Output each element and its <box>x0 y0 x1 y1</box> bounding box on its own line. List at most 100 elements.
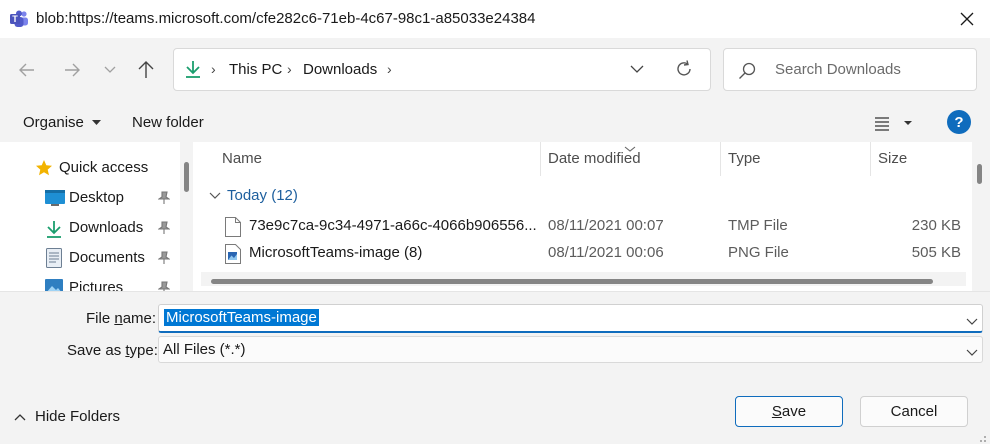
resize-grip-icon[interactable] <box>975 430 987 442</box>
chevron-down-icon <box>630 65 644 73</box>
chevron-down-icon <box>104 66 116 73</box>
cancel-button[interactable]: Cancel <box>860 396 968 427</box>
chevron-down-icon <box>966 344 978 361</box>
navigation-pane: Quick access Desktop Downloads Documents… <box>0 142 193 291</box>
sidebar-item-downloads[interactable]: Downloads <box>0 213 175 243</box>
breadcrumb-separator: › <box>211 61 216 77</box>
star-icon <box>35 159 53 181</box>
pin-icon <box>157 281 171 291</box>
new-folder-button[interactable]: New folder <box>132 114 204 131</box>
save-as-type-label-prefix: Save as <box>67 342 126 359</box>
column-header-name[interactable]: Name <box>212 142 540 176</box>
organise-label: Organise <box>23 114 84 131</box>
breadcrumb-this-pc[interactable]: This PC <box>229 61 282 78</box>
address-history-dropdown[interactable] <box>630 62 644 80</box>
chevron-down-icon <box>966 318 978 325</box>
file-size: 230 KB <box>911 217 961 234</box>
chevron-up-icon <box>14 414 26 421</box>
save-as-type-label: Save as type: <box>67 342 158 359</box>
chevron-down-icon <box>209 192 221 199</box>
recent-locations-button[interactable] <box>96 57 124 83</box>
file-date-modified: 08/11/2021 00:07 <box>548 217 664 234</box>
pin-icon <box>157 191 171 209</box>
table-row[interactable]: 73e9c7ca-9c34-4971-a66c-4066b906556... 0… <box>201 214 966 240</box>
sidebar-item-quick-access[interactable]: Quick access <box>0 153 175 183</box>
forward-button[interactable] <box>58 57 86 83</box>
window-title: blob:https://teams.microsoft.com/cfe282c… <box>36 10 536 27</box>
blank-file-icon <box>225 217 241 241</box>
navigation-pane-scroll-thumb[interactable] <box>184 162 189 192</box>
group-label: Today (12) <box>227 187 298 204</box>
breadcrumb-separator[interactable]: › <box>387 61 392 77</box>
refresh-button[interactable] <box>674 59 694 83</box>
help-button[interactable]: ? <box>947 110 971 134</box>
file-name-label-accelerator: n <box>114 310 123 327</box>
file-name: 73e9c7ca-9c34-4971-a66c-4066b906556... <box>249 217 537 234</box>
table-row[interactable]: MicrosoftTeams-image (8) 08/11/2021 00:0… <box>201 241 966 267</box>
downloads-arrow-icon <box>45 219 63 243</box>
command-bar: Organise New folder ? <box>0 102 990 142</box>
save-as-type-label-suffix: ype: <box>129 342 158 359</box>
downloads-arrow-icon <box>184 59 202 83</box>
refresh-icon <box>677 60 691 76</box>
sort-caret-icon <box>624 142 636 157</box>
svg-text:T: T <box>12 14 18 24</box>
address-bar[interactable]: › This PC › Downloads › <box>173 48 711 91</box>
column-header-size[interactable]: Size <box>868 142 968 176</box>
save-button-label: ave <box>781 403 807 420</box>
pin-icon <box>157 221 171 239</box>
details-view-icon <box>875 117 912 131</box>
breadcrumb-downloads[interactable]: Downloads <box>303 61 377 78</box>
search-icon <box>737 61 757 85</box>
change-view-button[interactable] <box>873 112 917 134</box>
close-icon <box>960 12 974 26</box>
file-list-horizontal-scroll-thumb[interactable] <box>211 279 933 284</box>
sidebar-item-label: Pictures <box>69 279 124 291</box>
image-file-icon <box>225 244 241 268</box>
up-arrow-icon <box>138 61 154 78</box>
navigation-bar: › This PC › Downloads › Search Downloads <box>0 38 990 102</box>
sidebar-item-pictures[interactable]: Pictures <box>0 273 175 291</box>
file-type: PNG File <box>728 244 789 261</box>
search-box[interactable]: Search Downloads <box>723 48 977 91</box>
file-size: 505 KB <box>911 244 961 261</box>
file-list-vertical-scroll-thumb[interactable] <box>977 164 982 184</box>
back-button[interactable] <box>13 57 41 83</box>
organise-menu-button[interactable]: Organise <box>23 114 102 131</box>
search-input[interactable]: Search Downloads <box>775 61 901 78</box>
file-name-label-suffix: ame: <box>122 310 157 327</box>
file-name-label: File name: <box>86 310 156 327</box>
file-name-label-prefix: File <box>86 310 115 327</box>
sidebar-item-label: Desktop <box>69 189 125 206</box>
file-name-field[interactable]: MicrosoftTeams-image <box>158 304 983 333</box>
sidebar-item-label: Downloads <box>69 219 144 236</box>
save-button-accelerator: S <box>771 403 782 420</box>
file-date-modified: 08/11/2021 00:06 <box>548 244 664 261</box>
file-name-value: MicrosoftTeams-image <box>164 309 319 326</box>
forward-arrow-icon <box>65 63 80 77</box>
save-as-type-select[interactable]: All Files (*.*) <box>158 336 983 363</box>
caret-down-icon <box>92 120 102 126</box>
back-arrow-icon <box>19 63 34 77</box>
up-button[interactable] <box>132 57 160 83</box>
file-list: Name Date modified Type Size Today (12) … <box>193 142 990 291</box>
desktop-icon <box>45 190 65 210</box>
sidebar-item-desktop[interactable]: Desktop <box>0 183 175 213</box>
breadcrumb-separator: › <box>287 61 292 77</box>
teams-icon: T <box>9 9 29 29</box>
file-name: MicrosoftTeams-image (8) <box>249 244 423 261</box>
save-button[interactable]: Save <box>735 396 843 427</box>
sidebar-item-label: Documents <box>69 249 145 266</box>
close-button[interactable] <box>945 4 989 34</box>
sidebar-item-documents[interactable]: Documents <box>0 243 175 273</box>
file-name-history-dropdown[interactable] <box>966 313 978 330</box>
title-bar: T blob:https://teams.microsoft.com/cfe28… <box>0 0 990 38</box>
file-type: TMP File <box>728 217 788 234</box>
pin-icon <box>157 251 171 269</box>
column-header-type[interactable]: Type <box>718 142 868 176</box>
pictures-icon <box>45 279 63 291</box>
save-panel: File name: MicrosoftTeams-image Save as … <box>0 291 990 444</box>
sidebar-item-label: Quick access <box>59 159 149 176</box>
save-as-type-value: All Files (*.*) <box>163 341 246 358</box>
hide-folders-label: Hide Folders <box>35 408 121 425</box>
